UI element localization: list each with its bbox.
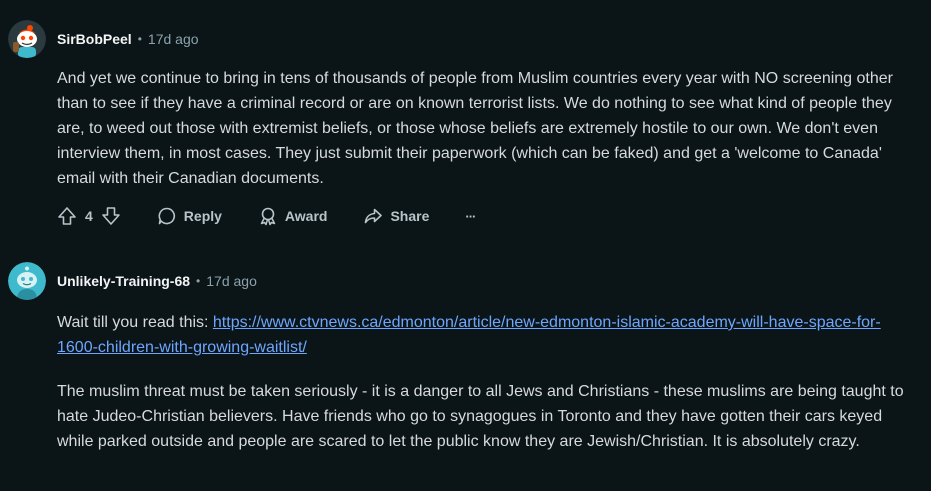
award-icon (260, 207, 276, 226)
downvote-button[interactable] (101, 206, 121, 226)
arrow-down-icon (101, 207, 120, 225)
comment-body-paragraph-2: The muslim threat must be taken seriousl… (57, 383, 904, 450)
vote-group: 4 (57, 206, 121, 226)
award-label: Award (284, 208, 328, 224)
comment-body: And yet we continue to bring in tens of … (57, 70, 893, 187)
author-name[interactable]: SirBobPeel (57, 31, 132, 47)
share-icon (365, 208, 383, 224)
snoo-avatar-icon (8, 20, 46, 58)
comment-body-paragraph-1: Wait till you read this: https://www.ctv… (57, 310, 907, 360)
arrow-up-icon (58, 207, 76, 225)
upvote-button[interactable] (57, 206, 77, 226)
award-button[interactable]: Award (258, 206, 328, 226)
comment-text: Wait till you read this: (57, 314, 213, 331)
comment-meta: Unlikely-Training-68 • 17d ago (57, 273, 257, 289)
share-label: Share (390, 208, 430, 224)
comment-bubble-icon (158, 207, 175, 225)
avatar[interactable] (8, 262, 46, 300)
more-options-button[interactable]: ··· (465, 208, 476, 224)
timestamp[interactable]: 17d ago (148, 31, 199, 47)
timestamp[interactable]: 17d ago (206, 273, 257, 289)
separator-dot: • (196, 274, 201, 288)
comment-meta: SirBobPeel • 17d ago (57, 31, 199, 47)
snoo-avatar-icon (8, 262, 46, 300)
share-button[interactable]: Share (363, 206, 429, 226)
reply-button[interactable]: Reply (157, 206, 222, 226)
vote-count: 4 (85, 208, 93, 224)
avatar[interactable] (8, 20, 46, 58)
reply-label: Reply (183, 208, 222, 224)
separator-dot: • (137, 32, 142, 46)
more-icon: ··· (465, 208, 476, 224)
comment-actions: 4 Reply Award Share ··· (57, 200, 476, 232)
author-name[interactable]: Unlikely-Training-68 (57, 273, 190, 289)
